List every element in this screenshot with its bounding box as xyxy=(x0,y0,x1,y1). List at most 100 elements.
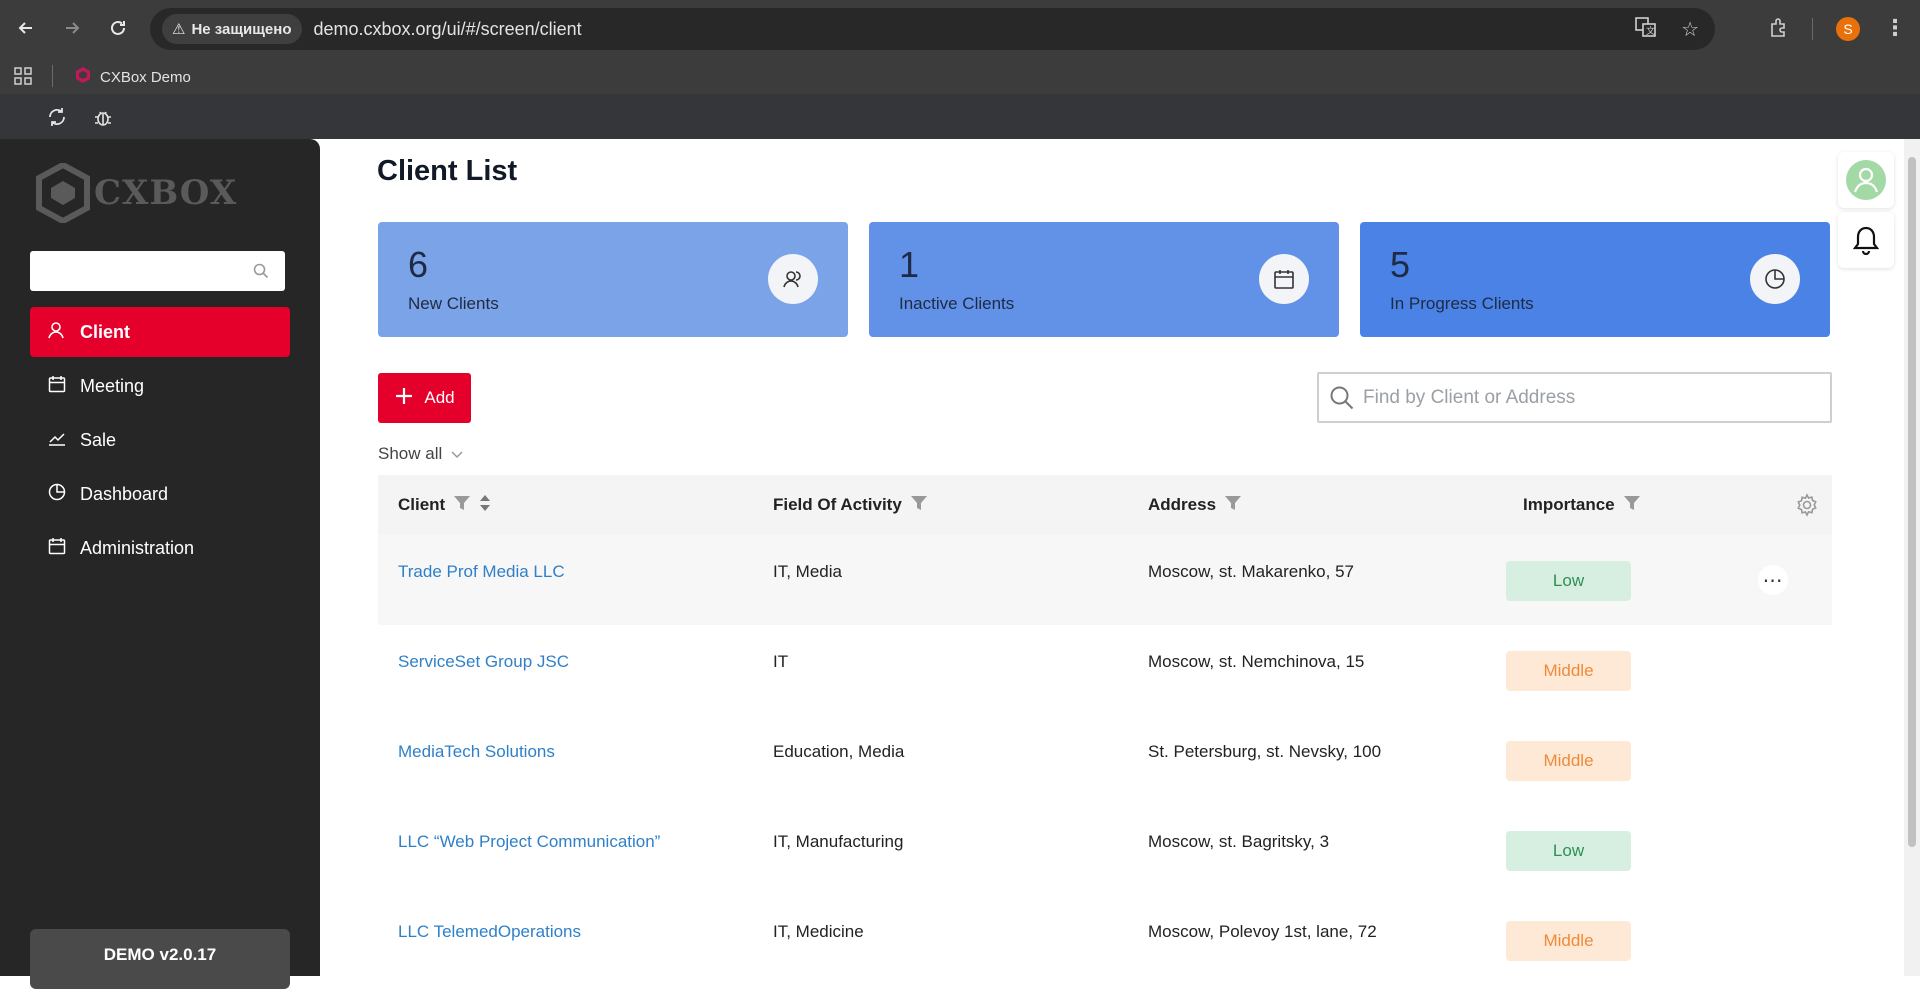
calendar-icon xyxy=(48,375,66,398)
address-cell: Moscow, st. Nemchinova, 15 xyxy=(1148,652,1365,671)
importance-badge: Middle xyxy=(1506,651,1631,691)
find-search-box[interactable] xyxy=(1317,372,1832,423)
table-header: Client Field Of Activity Address Importa… xyxy=(378,475,1832,535)
gear-icon[interactable] xyxy=(1795,493,1819,517)
calendar-icon xyxy=(48,537,66,560)
search-icon xyxy=(1329,385,1355,411)
sidebar-item-label: Administration xyxy=(80,537,195,558)
client-link[interactable]: LLC “Web Project Communication” xyxy=(398,832,660,852)
scrollbar-thumb[interactable] xyxy=(1908,157,1916,847)
sidebar-item-dashboard[interactable]: Dashboard xyxy=(30,469,290,519)
bell-icon[interactable] xyxy=(1838,212,1894,268)
add-button[interactable]: Add xyxy=(378,373,471,423)
stat-label: New Clients xyxy=(408,294,499,313)
users-icon xyxy=(768,254,818,304)
client-link[interactable]: ServiceSet Group JSC xyxy=(398,652,569,672)
url-text[interactable]: demo.cxbox.org/ui/#/screen/client xyxy=(314,19,582,40)
cxbox-logo[interactable]: CXBOX xyxy=(36,163,237,223)
forward-icon[interactable] xyxy=(56,12,88,44)
browser-toolbar: ⚠ Не защищено demo.cxbox.org/ui/#/screen… xyxy=(0,0,1920,58)
chart-line-icon xyxy=(48,429,66,452)
security-label: Не защищено xyxy=(191,20,292,38)
table-row[interactable]: Trade Prof Media LLC IT, Media Moscow, s… xyxy=(378,535,1832,625)
stat-card-inactive-clients[interactable]: 1 Inactive Clients xyxy=(869,222,1339,337)
extensions-icon[interactable] xyxy=(1768,12,1790,44)
refresh-icon[interactable] xyxy=(46,106,68,133)
main-content: Client List 6 New Clients 1 Inactive Cli… xyxy=(320,139,1900,976)
column-header-importance[interactable]: Importance xyxy=(1523,494,1641,517)
add-button-label: Add xyxy=(424,388,455,407)
security-chip[interactable]: ⚠ Не защищено xyxy=(162,14,302,44)
sidebar-item-meeting[interactable]: Meeting xyxy=(30,361,290,411)
stat-card-in-progress-clients[interactable]: 5 In Progress Clients xyxy=(1360,222,1830,337)
address-cell: St. Petersburg, st. Nevsky, 100 xyxy=(1148,742,1382,761)
sidebar-item-label: Meeting xyxy=(80,375,145,396)
column-label: Client xyxy=(398,495,446,514)
apps-grid-icon[interactable] xyxy=(14,67,32,89)
sort-icon[interactable] xyxy=(479,493,491,518)
column-header-field-of-activity[interactable]: Field Of Activity xyxy=(773,494,928,517)
table-row[interactable]: LLC “Web Project Communication” IT, Manu… xyxy=(378,805,1832,895)
reload-icon[interactable] xyxy=(102,12,134,44)
star-icon[interactable]: ☆ xyxy=(1681,17,1699,42)
search-icon[interactable] xyxy=(253,263,269,284)
stat-label: In Progress Clients xyxy=(1390,294,1534,313)
filter-icon[interactable] xyxy=(1623,494,1641,517)
column-header-address[interactable]: Address xyxy=(1148,494,1242,517)
bug-icon[interactable] xyxy=(92,106,114,133)
back-icon[interactable] xyxy=(10,12,42,44)
table-row[interactable]: ServiceSet Group JSC IT Moscow, st. Nemc… xyxy=(378,625,1832,715)
bookmark-cxbox-demo[interactable]: CXBox Demo xyxy=(74,66,191,88)
client-link[interactable]: MediaTech Solutions xyxy=(398,742,555,762)
column-header-client[interactable]: Client xyxy=(398,493,491,518)
filter-icon[interactable] xyxy=(453,494,471,517)
stat-card-new-clients[interactable]: 6 New Clients xyxy=(378,222,848,337)
sidebar-item-client[interactable]: Client xyxy=(30,307,290,357)
column-label: Field Of Activity xyxy=(773,495,902,514)
pie-chart-icon xyxy=(1750,254,1800,304)
table-row[interactable]: MediaTech Solutions Education, Media St.… xyxy=(378,715,1832,805)
column-label: Address xyxy=(1148,495,1217,514)
user-avatar-icon xyxy=(1846,160,1886,200)
chevron-down-icon xyxy=(450,444,464,464)
kebab-menu-icon[interactable]: ⋮ xyxy=(1884,12,1906,44)
user-avatar-button[interactable] xyxy=(1838,152,1894,208)
importance-badge: Middle xyxy=(1506,741,1631,781)
importance-badge: Low xyxy=(1506,561,1631,601)
sidebar: CXBOX Client Meeting Sale Dashboard Admi… xyxy=(0,139,320,989)
client-link[interactable]: Trade Prof Media LLC xyxy=(398,562,565,582)
extension-bar xyxy=(0,94,1920,139)
importance-badge: Low xyxy=(1506,831,1631,871)
sidebar-item-label: Sale xyxy=(80,429,117,450)
profile-avatar[interactable]: S xyxy=(1836,17,1860,41)
address-cell: Moscow, Polevoy 1st, lane, 72 xyxy=(1148,922,1377,941)
sidebar-item-label: Dashboard xyxy=(80,483,169,504)
sidebar-search-input[interactable] xyxy=(30,251,285,291)
address-cell: Moscow, st. Bagritsky, 3 xyxy=(1148,832,1330,851)
importance-badge: Middle xyxy=(1506,921,1631,961)
find-client-input[interactable] xyxy=(1363,386,1803,409)
translate-icon[interactable]: 文 xyxy=(1635,16,1657,42)
stat-label: Inactive Clients xyxy=(899,294,1015,313)
pie-chart-icon xyxy=(48,483,66,506)
page-title: Client List xyxy=(377,155,518,187)
page-scrollbar[interactable] xyxy=(1904,139,1920,976)
sidebar-item-sale[interactable]: Sale xyxy=(30,415,290,465)
more-actions-icon[interactable]: ⋯ xyxy=(1758,565,1788,595)
table-row[interactable]: LLC TelemedOperations IT, Medicine Mosco… xyxy=(378,895,1832,976)
address-bar[interactable]: ⚠ Не защищено demo.cxbox.org/ui/#/screen… xyxy=(150,8,1715,50)
activity-cell: IT xyxy=(773,652,789,671)
activity-cell: IT, Medicine xyxy=(773,922,864,941)
bookmarks-divider xyxy=(52,65,53,87)
calendar-icon xyxy=(1259,254,1309,304)
stat-number: 6 xyxy=(408,244,429,285)
warning-icon: ⚠ xyxy=(172,21,186,38)
show-all-dropdown[interactable]: Show all xyxy=(378,444,464,464)
filter-icon[interactable] xyxy=(910,494,928,517)
filter-icon[interactable] xyxy=(1224,494,1242,517)
sidebar-item-administration[interactable]: Administration xyxy=(30,523,290,573)
client-link[interactable]: LLC TelemedOperations xyxy=(398,922,581,942)
sidebar-item-label: Client xyxy=(80,321,131,342)
bookmarks-bar: CXBox Demo xyxy=(0,58,1920,94)
plus-icon xyxy=(394,386,414,411)
